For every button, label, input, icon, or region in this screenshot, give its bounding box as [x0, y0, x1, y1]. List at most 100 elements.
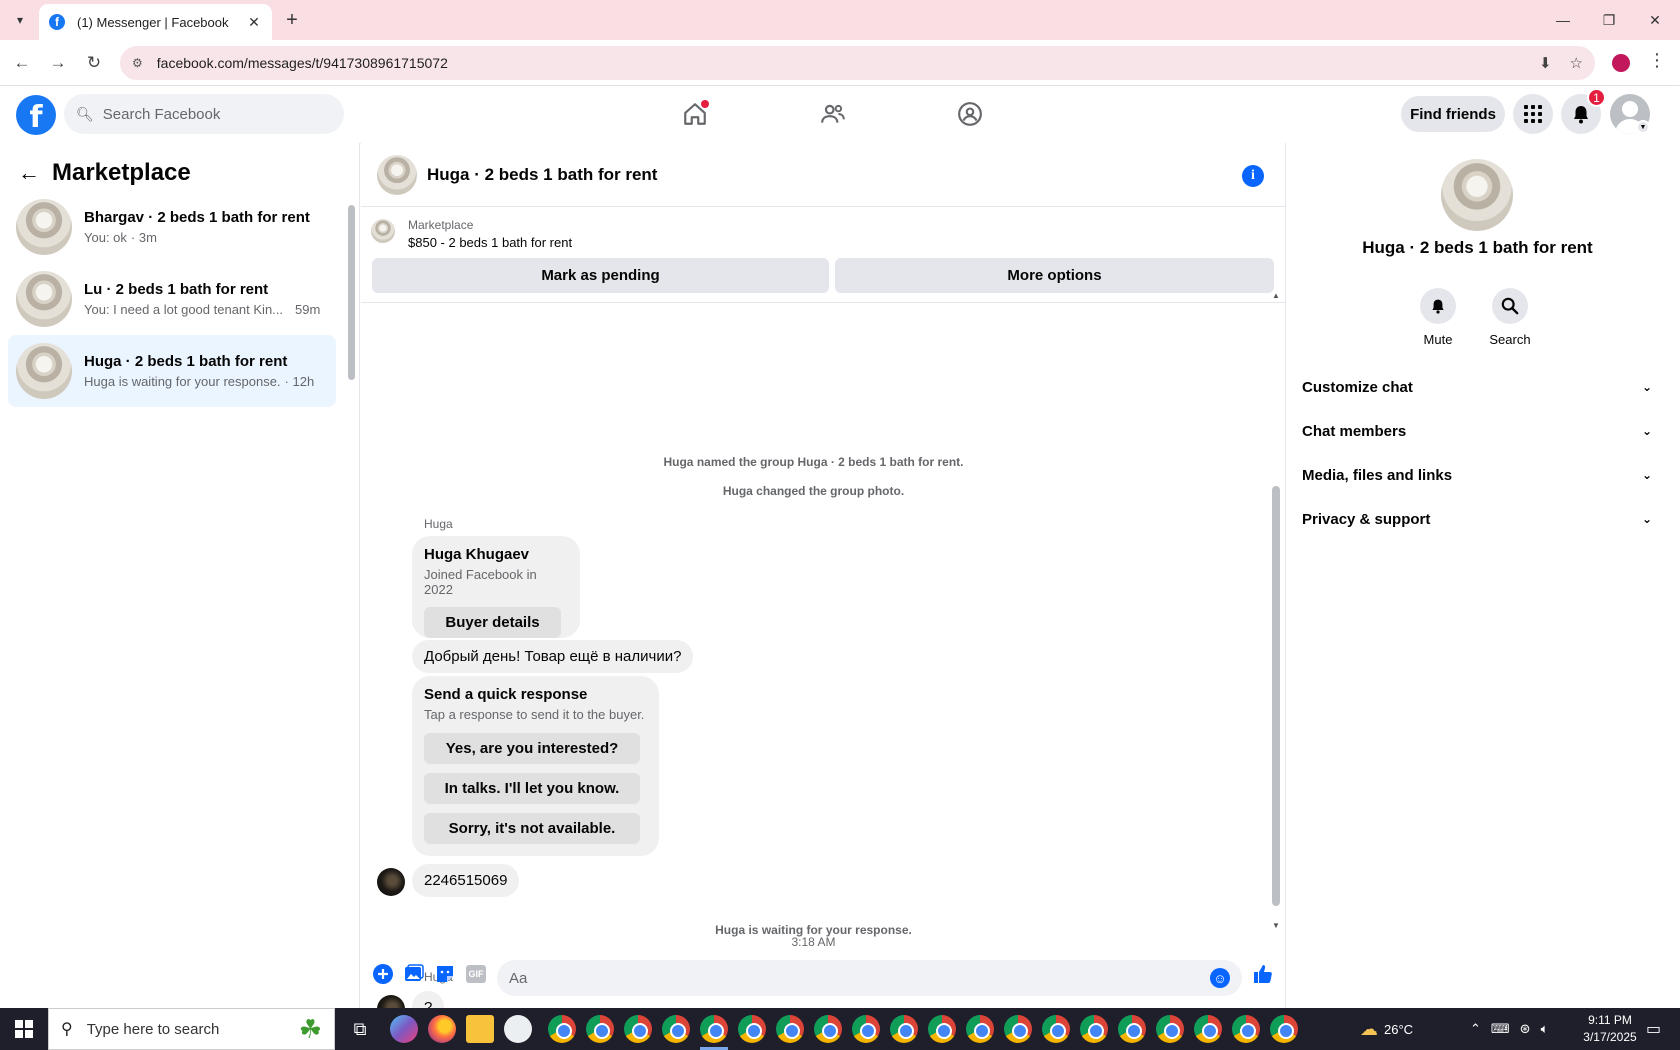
account-chevron-icon[interactable]: ▼ — [1636, 120, 1650, 134]
media-files-links-section[interactable]: Media, files and links ⌄ — [1302, 453, 1652, 497]
mark-as-pending-button[interactable]: Mark as pending — [372, 258, 829, 293]
search-action[interactable]: Search — [1480, 288, 1540, 347]
sticker-icon[interactable] — [434, 963, 456, 985]
chrome-icon[interactable] — [1270, 1015, 1298, 1043]
volume-icon[interactable]: 🔈︎ — [1541, 1021, 1549, 1037]
chrome-icon[interactable] — [1156, 1015, 1184, 1043]
privacy-support-section[interactable]: Privacy & support ⌄ — [1302, 497, 1652, 541]
sender-avatar[interactable] — [377, 868, 405, 896]
listing-price-title[interactable]: $850 - 2 beds 1 bath for rent — [408, 235, 572, 250]
quick-response-option[interactable]: In talks. I'll let you know. — [424, 773, 640, 804]
quick-response-option[interactable]: Yes, are you interested? — [424, 733, 640, 764]
task-view-icon[interactable]: ⧉ — [346, 1015, 374, 1043]
waiting-notice: Huga is waiting for your response. — [715, 923, 912, 937]
section-label: Privacy & support — [1302, 510, 1431, 528]
quick-response-subtitle: Tap a response to send it to the buyer. — [424, 707, 645, 722]
find-friends-button[interactable]: Find friends — [1401, 96, 1505, 132]
notification-center-icon[interactable]: ▭ — [1646, 1008, 1661, 1050]
like-thumb-icon[interactable] — [1252, 963, 1274, 985]
mute-action[interactable]: Mute — [1408, 288, 1468, 347]
conversation-item[interactable]: Lu · 2 beds 1 bath for rent You: I need … — [8, 263, 336, 335]
plus-circle-icon[interactable] — [372, 963, 394, 985]
photo-icon[interactable] — [403, 963, 425, 985]
chat-members-section[interactable]: Chat members ⌄ — [1302, 409, 1652, 453]
close-window-button[interactable]: ✕ — [1632, 0, 1678, 40]
new-tab-button[interactable]: + — [280, 8, 304, 32]
browser-menu-icon[interactable]: ⋮ — [1648, 50, 1666, 71]
home-nav-button[interactable] — [663, 94, 727, 134]
file-explorer-icon[interactable] — [466, 1015, 494, 1043]
site-info-icon[interactable]: ⚙ — [132, 56, 143, 70]
forward-arrow-icon[interactable]: → — [44, 49, 72, 77]
buyer-details-button[interactable]: Buyer details — [424, 607, 561, 638]
chat-title[interactable]: Huga · 2 beds 1 bath for rent — [427, 165, 657, 185]
gif-icon[interactable]: GIF — [465, 963, 487, 985]
page-scrollbar[interactable] — [1668, 86, 1680, 1008]
network-icon[interactable]: ⌨ — [1491, 1021, 1510, 1037]
chevron-up-icon[interactable]: ⌃ — [1470, 1021, 1481, 1037]
chrome-icon[interactable] — [1080, 1015, 1108, 1043]
conversation-item[interactable]: Bhargav · 2 beds 1 bath for rent You: ok… — [8, 191, 336, 263]
facebook-search[interactable]: 🔍︎ — [64, 94, 344, 134]
quick-response-option[interactable]: Sorry, it's not available. — [424, 813, 640, 844]
taskbar-search[interactable]: ⚲ Type here to search ☘ — [48, 1008, 335, 1050]
app-icon[interactable] — [504, 1015, 532, 1043]
wifi-icon[interactable]: ⊛ — [1520, 1021, 1531, 1037]
chrome-icon[interactable] — [738, 1015, 766, 1043]
message-composer: GIF ☺ — [361, 943, 1285, 1008]
chrome-icon[interactable] — [814, 1015, 842, 1043]
chrome-icon[interactable] — [1118, 1015, 1146, 1043]
chrome-icon[interactable] — [586, 1015, 614, 1043]
chrome-icon[interactable] — [1232, 1015, 1260, 1043]
message-list: Huga named the group Huga · 2 beds 1 bat… — [361, 303, 1285, 1050]
restore-button[interactable]: ❐ — [1586, 0, 1632, 40]
chrome-icon[interactable] — [662, 1015, 690, 1043]
bell-icon — [1420, 288, 1456, 324]
close-tab-icon[interactable]: ✕ — [246, 14, 262, 31]
menu-button[interactable] — [1513, 94, 1553, 134]
back-arrow-icon[interactable]: ← — [8, 49, 36, 77]
taskbar-clock[interactable]: 9:11 PM 3/17/2025 — [1580, 1012, 1640, 1046]
chrome-icon[interactable] — [548, 1015, 576, 1043]
browser-profile-icon[interactable] — [1612, 54, 1630, 72]
chat-scrollbar[interactable]: ▲ ▼ — [1270, 291, 1282, 933]
address-bar[interactable]: ⚙ facebook.com/messages/t/94173089617150… — [120, 46, 1595, 80]
info-icon[interactable]: i — [1242, 165, 1264, 187]
back-arrow-icon[interactable]: ← — [18, 160, 40, 186]
minimize-button[interactable]: — — [1540, 0, 1586, 40]
chat-avatar[interactable] — [377, 154, 417, 195]
more-options-button[interactable]: More options — [835, 258, 1274, 293]
reload-icon[interactable]: ↻ — [80, 49, 108, 77]
windows-start-icon[interactable] — [0, 1008, 48, 1050]
message-input-wrapper[interactable]: ☺ — [497, 960, 1242, 996]
copilot-icon[interactable] — [390, 1015, 418, 1043]
list-scrollbar[interactable] — [347, 195, 355, 385]
chrome-icon[interactable] — [890, 1015, 918, 1043]
weather-widget[interactable]: ☁ 26°C — [1360, 1008, 1413, 1050]
chrome-icon[interactable] — [966, 1015, 994, 1043]
install-app-icon[interactable]: ⬇ — [1539, 54, 1552, 72]
chrome-icon[interactable] — [928, 1015, 956, 1043]
groups-nav-button[interactable] — [938, 94, 1002, 134]
friends-nav-button[interactable] — [801, 94, 865, 134]
facebook-logo-icon[interactable]: f — [16, 95, 56, 135]
chrome-icon[interactable] — [852, 1015, 880, 1043]
browser-tab[interactable]: f (1) Messenger | Facebook ✕ — [39, 4, 272, 40]
bookmark-star-icon[interactable]: ☆ — [1570, 54, 1583, 72]
chrome-icon[interactable] — [700, 1015, 728, 1043]
chat-profile-photo[interactable] — [1441, 159, 1513, 231]
search-icon: ⚲ — [61, 1021, 73, 1038]
chrome-icon[interactable] — [1004, 1015, 1032, 1043]
firefox-icon[interactable] — [428, 1015, 456, 1043]
chrome-icon[interactable] — [1042, 1015, 1070, 1043]
tab-search-button[interactable]: ▾ — [8, 8, 32, 32]
message-input[interactable] — [509, 969, 1210, 987]
chrome-icon[interactable] — [776, 1015, 804, 1043]
facebook-header: f 🔍︎ Find friends 1 ▼ — [0, 86, 1668, 143]
chrome-icon[interactable] — [1194, 1015, 1222, 1043]
chrome-icon[interactable] — [624, 1015, 652, 1043]
conversation-item-active[interactable]: Huga · 2 beds 1 bath for rent Huga is wa… — [8, 335, 336, 407]
emoji-icon[interactable]: ☺ — [1210, 968, 1230, 988]
customize-chat-section[interactable]: Customize chat ⌄ — [1302, 365, 1652, 409]
facebook-search-input[interactable] — [102, 105, 323, 123]
